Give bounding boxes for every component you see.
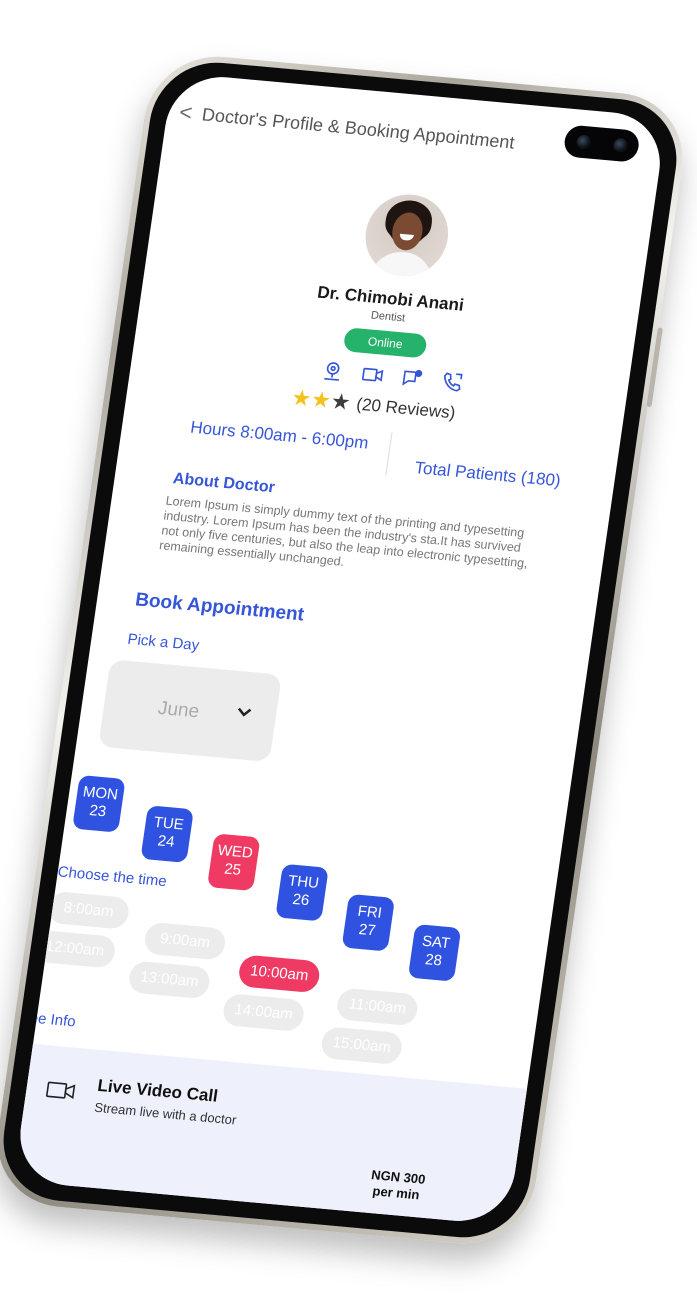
time-slot[interactable]: 12:00am [32,929,118,969]
chevron-left-icon[interactable]: < [178,99,194,126]
day-thu[interactable]: THU 26 [275,863,329,922]
camera-lens-icon [612,137,629,153]
day-date: 24 [156,832,176,851]
day-mon[interactable]: MON 23 [72,774,126,833]
day-fri[interactable]: FRI 27 [341,893,396,952]
stage: < Doctor's Profile & Booking Appointment… [0,0,697,1303]
fee-info-label: Fee Info [19,1008,77,1031]
working-hours: Hours 8:00am - 6:00pm [189,417,370,453]
day-tue[interactable]: TUE 24 [140,805,194,863]
book-appointment-title: Book Appointment [133,589,306,626]
time-slot[interactable]: 11:00am [335,987,420,1027]
camera-cutout [562,124,641,163]
fee-price: NGN 300 per min [368,1167,426,1204]
about-title: About Doctor [171,470,276,497]
top-bar: < Doctor's Profile & Booking Appointment [178,99,564,160]
time-slot[interactable]: 13:00am [127,960,212,1000]
chat-icon[interactable] [400,367,425,391]
phone-frame: < Doctor's Profile & Booking Appointment… [0,50,692,1250]
video-call-icon [45,1079,76,1101]
camera-lens-icon [575,134,592,150]
month-select[interactable]: June [98,659,282,763]
phone-screen: < Doctor's Profile & Booking Appointment… [13,72,667,1226]
rating: ★★★ (20 Reviews) [290,385,457,425]
fee-card[interactable]: Live Video Call Stream live with a docto… [13,1041,557,1226]
phone-icon[interactable] [440,370,465,394]
star-empty-icon: ★ [329,388,353,415]
day-date: 27 [357,920,377,940]
day-sat[interactable]: SAT 28 [407,923,462,982]
choose-time-label: Choose the time [56,863,168,891]
pick-day-label: Pick a Day [126,630,201,655]
phone-bezel: < Doctor's Profile & Booking Appointment… [0,57,685,1243]
rating-stars: ★★★ [290,385,353,415]
about-text: Lorem Ipsum is simply dummy text of the … [158,493,529,571]
total-patients: Total Patients (180) [413,458,562,491]
status-badge: Online [342,327,428,359]
time-slot[interactable]: 8:00am [46,890,131,930]
avatar [360,190,454,280]
time-slot[interactable]: 14:00am [221,993,306,1033]
reviews-count[interactable]: (20 Reviews) [355,394,457,423]
location-icon[interactable] [320,359,345,383]
time-slot[interactable]: 9:00am [142,921,228,961]
time-slot[interactable]: 10:00am [237,954,322,994]
day-date: 28 [423,951,444,970]
chevron-down-icon [233,701,256,723]
month-value: June [156,697,201,723]
time-slot[interactable]: 15:00am [319,1026,404,1066]
page-title: Doctor's Profile & Booking Appointment [200,103,516,153]
stats-divider [385,431,393,476]
day-wed[interactable]: WED 25 [206,833,261,892]
video-icon[interactable] [360,363,385,387]
day-date: 26 [291,890,311,910]
